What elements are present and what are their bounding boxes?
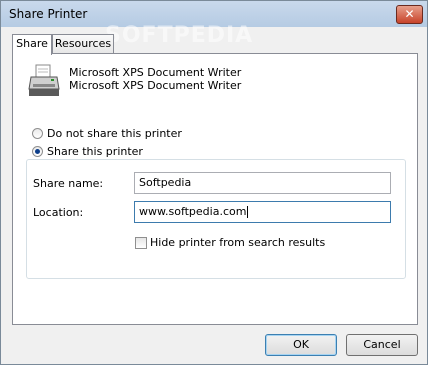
location-label: Location:: [33, 206, 84, 219]
ok-button[interactable]: OK: [265, 334, 337, 356]
text-cursor: [247, 206, 249, 218]
tab-share[interactable]: Share: [12, 34, 52, 55]
share-name-field[interactable]: Softpedia: [134, 172, 391, 194]
radio-share[interactable]: [32, 146, 43, 157]
printer-icon: [28, 64, 60, 96]
cancel-button[interactable]: Cancel: [346, 334, 418, 356]
share-printer-dialog: Share Printer SOFTPEDIA ✕ Share Resource…: [0, 0, 428, 365]
share-name-label: Share name:: [33, 177, 104, 190]
window-title: Share Printer: [9, 7, 88, 21]
close-icon: ✕: [404, 7, 415, 21]
radio-do-not-share-label[interactable]: Do not share this printer: [47, 127, 182, 140]
location-field[interactable]: www.softpedia.com: [134, 201, 391, 223]
printer-description: Microsoft XPS Document Writer: [69, 79, 242, 92]
share-tab-panel: Microsoft XPS Document Writer Microsoft …: [12, 53, 418, 325]
title-bar[interactable]: Share Printer SOFTPEDIA ✕: [1, 1, 427, 48]
printer-name: Microsoft XPS Document Writer: [69, 66, 242, 79]
tab-resources[interactable]: Resources: [52, 34, 114, 54]
hide-printer-checkbox[interactable]: [135, 237, 147, 249]
watermark: SOFTPEDIA: [105, 23, 254, 48]
radio-do-not-share[interactable]: [32, 128, 43, 139]
close-button[interactable]: ✕: [396, 5, 423, 24]
radio-share-label[interactable]: Share this printer: [47, 145, 146, 158]
hide-printer-label[interactable]: Hide printer from search results: [150, 236, 325, 249]
